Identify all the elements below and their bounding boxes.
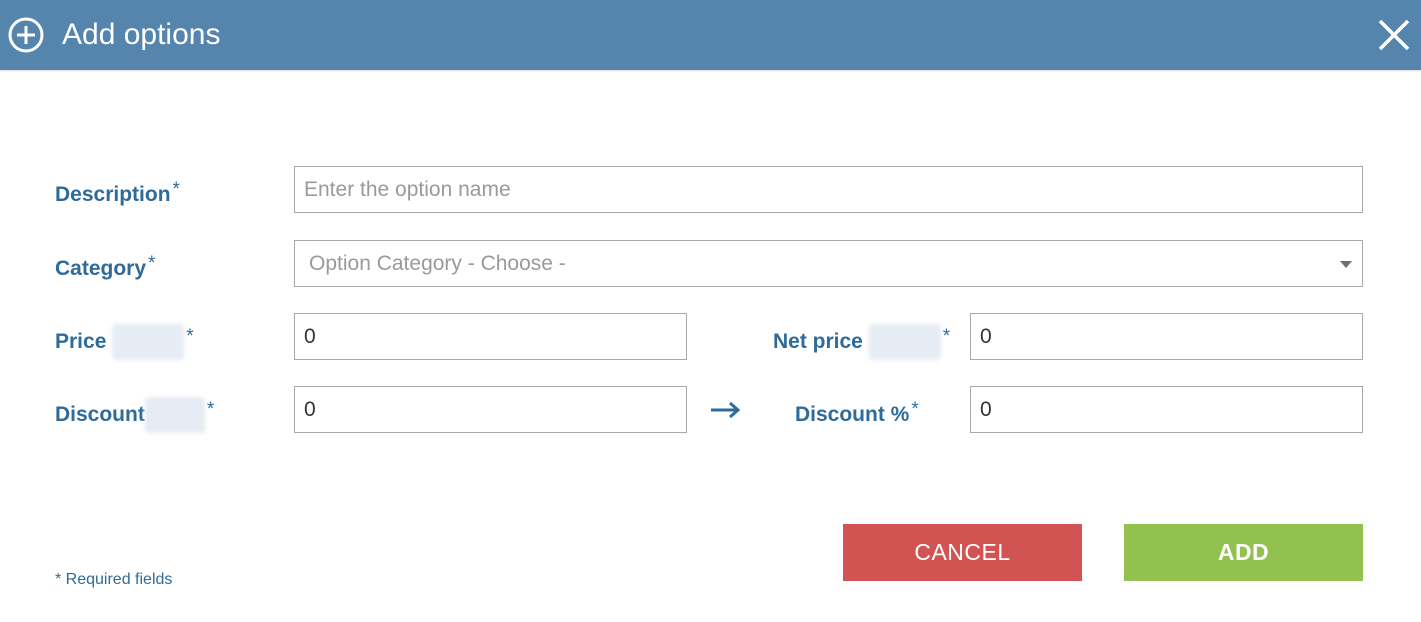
required-marker: *	[186, 326, 194, 347]
currency-blurred	[144, 397, 205, 434]
discount-percent-input[interactable]	[970, 386, 1363, 433]
category-label: Category *	[55, 251, 155, 282]
arrow-right-icon	[711, 401, 741, 419]
discount-percent-label: Discount % *	[795, 397, 919, 428]
net-price-label: Net price *	[773, 324, 951, 361]
required-marker: *	[942, 326, 951, 347]
discount-input[interactable]	[294, 386, 687, 433]
add-button[interactable]: ADD	[1124, 524, 1363, 581]
category-label-text: Category	[55, 257, 147, 280]
required-marker: *	[172, 179, 180, 200]
net-price-label-text: Net price	[773, 330, 863, 353]
discount-percent-label-text: Discount %	[795, 403, 910, 426]
price-input[interactable]	[294, 313, 687, 360]
description-input[interactable]	[294, 166, 1363, 213]
net-price-input[interactable]	[970, 313, 1363, 360]
currency-blurred	[868, 324, 941, 361]
discount-label-text: Discount	[55, 403, 145, 426]
chevron-down-icon	[1340, 261, 1352, 268]
required-marker: *	[148, 253, 156, 274]
cancel-button[interactable]: CANCEL	[843, 524, 1082, 581]
dialog-header: Add options	[0, 0, 1421, 70]
add-circle-icon	[8, 17, 44, 53]
required-marker: *	[206, 399, 215, 420]
required-marker: *	[911, 399, 919, 420]
discount-label: Discount *	[55, 397, 215, 434]
description-label: Description *	[55, 177, 180, 208]
close-icon[interactable]	[1376, 17, 1412, 53]
category-select-value: Option Category - Choose -	[309, 251, 566, 275]
category-select[interactable]: Option Category - Choose -	[294, 240, 1363, 287]
price-label-text: Price	[55, 330, 107, 353]
currency-blurred	[112, 324, 185, 361]
required-fields-note: * Required fields	[55, 571, 173, 588]
dialog-title: Add options	[62, 18, 221, 51]
price-label: Price *	[55, 324, 194, 361]
description-label-text: Description	[55, 183, 171, 206]
